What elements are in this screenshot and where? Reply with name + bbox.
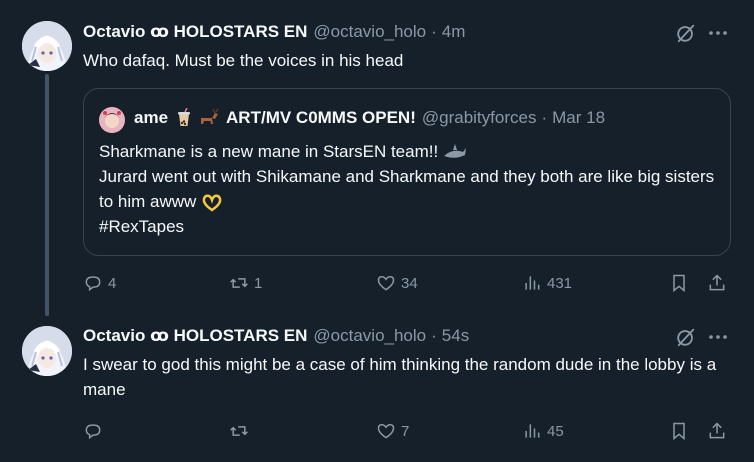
grok-icon[interactable] (675, 326, 697, 348)
tweet-header: Octavio ꝏ HOLOSTARS EN @octavio_holo · 4… (83, 22, 465, 42)
like-button[interactable]: 34 (376, 271, 418, 295)
share-icon (709, 274, 725, 291)
quoted-text-line-1: Sharkmane is a new mane in StarsEN team!… (99, 142, 439, 161)
thread-connector-line (45, 74, 49, 316)
like-count: 7 (401, 422, 410, 440)
deer-emoji-icon (201, 108, 219, 124)
quoted-text-line: #RexTapes (99, 214, 719, 239)
quoted-text-line: Jurard went out with Shikamane and Shark… (99, 164, 719, 214)
bookmark-icon (673, 422, 685, 441)
reply-button[interactable] (83, 419, 108, 443)
repost-button[interactable]: 1 (229, 271, 262, 295)
analytics-icon (525, 276, 540, 290)
views-button[interactable]: 45 (522, 419, 564, 443)
reply-icon (85, 276, 101, 292)
share-button[interactable] (707, 419, 727, 443)
quoted-tweet-text: Sharkmane is a new mane in StarsEN team!… (99, 139, 719, 239)
share-icon (709, 422, 725, 439)
heart-icon (377, 423, 395, 439)
repost-icon (230, 278, 248, 288)
author-name[interactable]: Octavio ꝏ HOLOSTARS EN (83, 326, 307, 346)
separator-dot: · (431, 326, 437, 345)
tweet-actions: 7 45 (83, 419, 733, 443)
tweet-timestamp[interactable]: 54s (442, 326, 469, 346)
bookmark-button[interactable] (669, 271, 689, 295)
bubble-tea-emoji-icon (178, 108, 191, 126)
bookmark-button[interactable] (669, 419, 689, 443)
separator-dot: · (541, 108, 548, 127)
bookmark-icon (673, 274, 685, 293)
author-avatar[interactable] (22, 21, 72, 71)
separator-dot: · (431, 22, 437, 41)
quoted-tweet-header: ame ART/MV C0MMS OPEN! @grabityforces · … (134, 108, 605, 128)
like-count: 34 (401, 274, 418, 292)
author-handle[interactable]: @octavio_holo (313, 22, 426, 42)
more-options-icon[interactable] (706, 21, 730, 45)
analytics-icon (525, 424, 540, 438)
quoted-text-line-3[interactable]: #RexTapes (99, 217, 184, 236)
tweet-text: Who dafaq. Must be the voices in his hea… (83, 51, 404, 70)
grok-icon[interactable] (675, 22, 697, 44)
quoted-tweet-timestamp[interactable]: Mar 18 (552, 108, 605, 128)
like-button[interactable]: 7 (376, 419, 409, 443)
quoted-author-name[interactable]: ame (134, 108, 168, 128)
view-count: 431 (547, 274, 573, 292)
repost-count: 1 (254, 274, 263, 292)
tweet-actions: 4 1 34 431 (83, 271, 733, 295)
tweet-timestamp[interactable]: 4m (442, 22, 466, 42)
reply-count: 4 (108, 274, 117, 292)
tweet[interactable]: Octavio ꝏ HOLOSTARS EN @octavio_holo · 4… (0, 0, 754, 316)
quoted-text-line-2: Jurard went out with Shikamane and Shark… (99, 167, 715, 211)
views-button[interactable]: 431 (522, 271, 572, 295)
heart-hands-emoji-icon (202, 194, 222, 212)
view-count: 45 (547, 422, 564, 440)
quoted-tweet[interactable]: ame ART/MV C0MMS OPEN! @grabityforces · … (83, 88, 731, 256)
tweet-text: I swear to god this might be a case of h… (83, 355, 717, 399)
author-avatar[interactable] (22, 326, 72, 376)
reply-icon (85, 424, 101, 440)
author-handle[interactable]: @octavio_holo (313, 326, 426, 346)
quoted-author-name-suffix[interactable]: ART/MV C0MMS OPEN! (226, 108, 416, 128)
repost-icon (230, 426, 248, 436)
heart-icon (377, 275, 395, 291)
shark-emoji-icon (443, 143, 466, 158)
share-button[interactable] (707, 271, 727, 295)
quoted-text-line: Sharkmane is a new mane in StarsEN team!… (99, 139, 719, 164)
tweet-header: Octavio ꝏ HOLOSTARS EN @octavio_holo · 5… (83, 326, 469, 346)
reply-button[interactable]: 4 (83, 271, 116, 295)
quoted-author-avatar[interactable] (99, 107, 125, 133)
quoted-author-handle[interactable]: @grabityforces (422, 108, 537, 128)
more-options-icon[interactable] (706, 325, 730, 349)
repost-button[interactable] (229, 419, 254, 443)
author-name[interactable]: Octavio ꝏ HOLOSTARS EN (83, 22, 307, 42)
